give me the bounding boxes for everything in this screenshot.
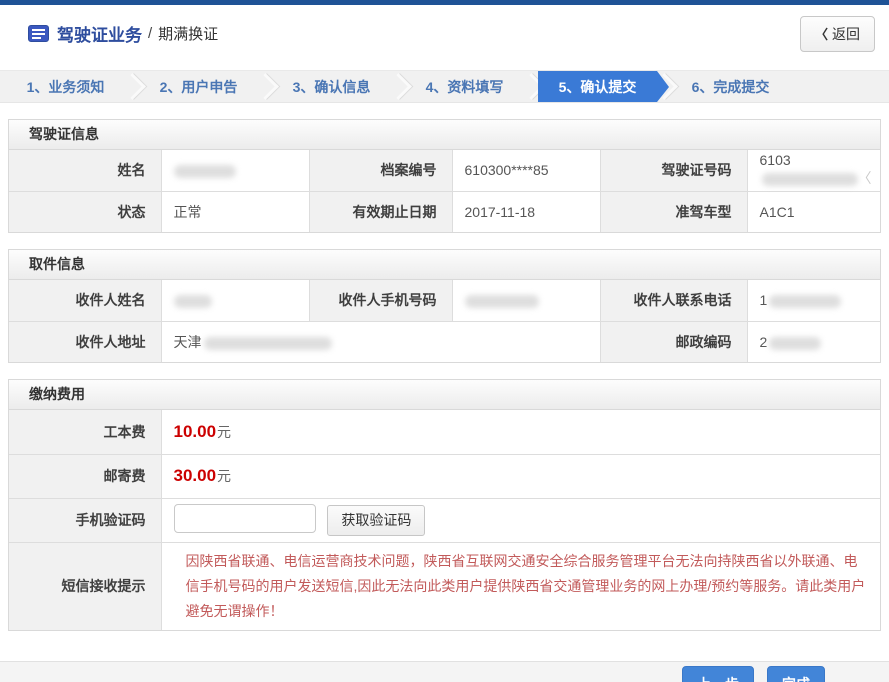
recipient-address-label: 收件人地址: [9, 321, 161, 362]
redacted-value: [762, 173, 858, 186]
license-list-icon: [28, 25, 49, 42]
currency-unit: 元: [217, 424, 231, 440]
recipient-tel-value: 1: [747, 280, 880, 321]
back-button-label: 返回: [832, 24, 860, 44]
step-6-complete-submit: 6、完成提交: [671, 71, 790, 102]
redacted-value: [174, 165, 236, 178]
step-separator-icon: [125, 71, 139, 102]
breadcrumb-separator: /: [148, 25, 152, 42]
mailing-fee-amount: 30.00: [174, 466, 217, 485]
license-info-section: 驾驶证信息 姓名 档案编号 610300****85 驾驶证号码 6103 〈 状…: [8, 119, 881, 233]
sms-notice-text: 因陕西省联通、电信运营商技术问题，陕西省互联网交通安全综合服务管理平台无法向持陕…: [174, 543, 881, 630]
step-separator-icon: [524, 71, 538, 102]
vehicle-class-label: 准驾车型: [600, 191, 747, 232]
step-5-confirm-submit-active: 5、确认提交: [538, 71, 657, 102]
sms-code-input[interactable]: [174, 504, 316, 533]
table-row: 状态 正常 有效期止日期 2017-11-18 准驾车型 A1C1: [9, 191, 880, 232]
expiry-value: 2017-11-18: [452, 191, 600, 232]
page-title: 驾驶证业务: [57, 21, 142, 46]
pickup-info-section-title: 取件信息: [9, 250, 880, 280]
table-row: 工本费 10.00元: [9, 410, 880, 454]
recipient-address-value: 天津: [161, 321, 600, 362]
recipient-name-value: [161, 280, 309, 321]
vehicle-class-value: A1C1: [747, 191, 880, 232]
redacted-tail: 〈: [858, 170, 872, 186]
expiry-label: 有效期止日期: [309, 191, 452, 232]
recipient-tel-prefix: 1: [760, 292, 768, 308]
step-1-business-notice: 1、业务须知: [6, 71, 125, 102]
wizard-steps: 1、业务须知 2、用户申告 3、确认信息 4、资料填写 5、确认提交 6、完成提…: [0, 70, 889, 103]
recipient-tel-label: 收件人联系电话: [600, 280, 747, 321]
table-row: 姓名 档案编号 610300****85 驾驶证号码 6103 〈: [9, 150, 880, 191]
step-separator-icon: [391, 71, 405, 102]
postal-code-value: 2: [747, 321, 880, 362]
redacted-value: [769, 295, 841, 308]
recipient-mobile-value: [452, 280, 600, 321]
redacted-value: [769, 337, 821, 350]
footer-action-bar: 上一步 完成: [0, 661, 889, 682]
mailing-fee-value: 30.00元: [161, 454, 880, 498]
license-no-label: 驾驶证号码: [600, 150, 747, 191]
mailing-fee-label: 邮寄费: [9, 454, 161, 498]
get-sms-code-button[interactable]: 获取验证码: [327, 505, 425, 536]
pickup-info-table: 收件人姓名 收件人手机号码 收件人联系电话 1 收件人地址 天津 邮政编码 2: [9, 280, 880, 362]
production-fee-value: 10.00元: [161, 410, 880, 454]
postal-code-prefix: 2: [760, 334, 768, 350]
back-chevron-icon: 〈: [815, 24, 828, 43]
breadcrumb-current: 期满换证: [158, 23, 218, 44]
table-row: 短信接收提示 因陕西省联通、电信运营商技术问题，陕西省互联网交通安全综合服务管理…: [9, 542, 880, 630]
sms-code-label: 手机验证码: [9, 498, 161, 542]
step-2-user-declaration: 2、用户申告: [139, 71, 258, 102]
license-info-section-title: 驾驶证信息: [9, 120, 880, 150]
step-3-confirm-info: 3、确认信息: [272, 71, 391, 102]
redacted-value: [465, 295, 539, 308]
recipient-address-prefix: 天津: [174, 334, 202, 350]
pickup-info-section: 取件信息 收件人姓名 收件人手机号码 收件人联系电话 1 收件人地址 天津 邮政…: [8, 249, 881, 363]
table-row: 收件人地址 天津 邮政编码 2: [9, 321, 880, 362]
name-label: 姓名: [9, 150, 161, 191]
main-content: 驾驶证信息 姓名 档案编号 610300****85 驾驶证号码 6103 〈 状…: [0, 103, 889, 631]
sms-notice-cell: 因陕西省联通、电信运营商技术问题，陕西省互联网交通安全综合服务管理平台无法向持陕…: [161, 542, 880, 630]
redacted-value: [204, 337, 332, 350]
table-row: 收件人姓名 收件人手机号码 收件人联系电话 1: [9, 280, 880, 321]
table-row: 手机验证码 获取验证码: [9, 498, 880, 542]
sms-code-cell: 获取验证码: [161, 498, 880, 542]
fees-table: 工本费 10.00元 邮寄费 30.00元 手机验证码 获取验证码 短信接收提示…: [9, 410, 880, 630]
back-button[interactable]: 〈 返回: [800, 16, 875, 52]
recipient-mobile-label: 收件人手机号码: [309, 280, 452, 321]
license-no-prefix: 6103: [760, 152, 791, 168]
sms-notice-label: 短信接收提示: [9, 542, 161, 630]
license-info-table: 姓名 档案编号 610300****85 驾驶证号码 6103 〈 状态 正常 有…: [9, 150, 880, 232]
license-no-value: 6103 〈: [747, 150, 880, 191]
step-separator-icon: [258, 71, 272, 102]
recipient-name-label: 收件人姓名: [9, 280, 161, 321]
table-row: 邮寄费 30.00元: [9, 454, 880, 498]
fees-section-title: 缴纳费用: [9, 380, 880, 410]
redacted-value: [174, 295, 212, 308]
postal-code-label: 邮政编码: [600, 321, 747, 362]
finish-button[interactable]: 完成: [767, 666, 825, 682]
status-label: 状态: [9, 191, 161, 232]
production-fee-amount: 10.00: [174, 422, 217, 441]
previous-step-button[interactable]: 上一步: [682, 666, 754, 682]
step-4-fill-materials: 4、资料填写: [405, 71, 524, 102]
file-no-value: 610300****85: [452, 150, 600, 191]
page-header: 驾驶证业务 / 期满换证 〈 返回: [0, 5, 889, 62]
status-value: 正常: [161, 191, 309, 232]
name-value: [161, 150, 309, 191]
production-fee-label: 工本费: [9, 410, 161, 454]
file-no-label: 档案编号: [309, 150, 452, 191]
currency-unit: 元: [217, 468, 231, 484]
fees-section: 缴纳费用 工本费 10.00元 邮寄费 30.00元 手机验证码 获取验证码 短…: [8, 379, 881, 631]
